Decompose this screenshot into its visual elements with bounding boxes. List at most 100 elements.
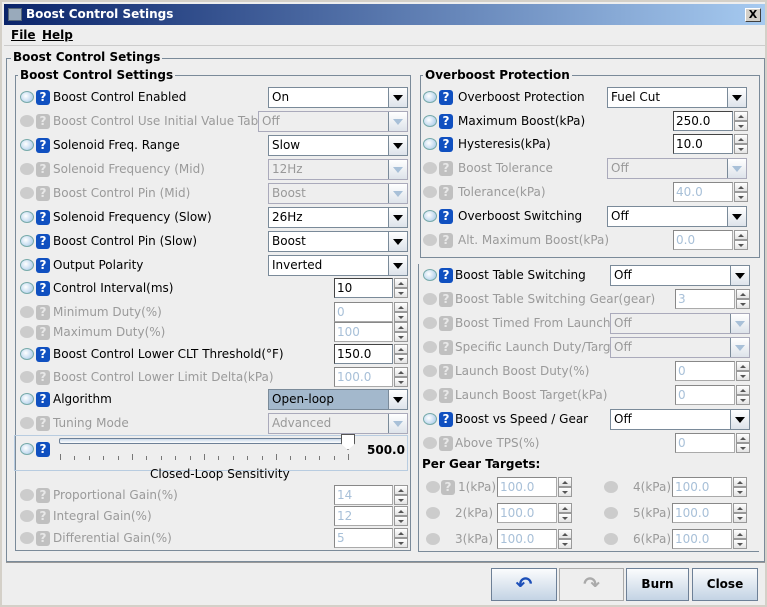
chevron-down-icon[interactable] xyxy=(388,232,407,251)
app-icon xyxy=(8,8,22,21)
gear-2-label: 2(kPa) xyxy=(455,506,493,520)
spinner-input[interactable]: 150.0 xyxy=(334,344,393,364)
spinner-up-icon[interactable] xyxy=(394,278,408,288)
chevron-down-icon[interactable] xyxy=(388,208,407,227)
boost-table-switching-dropdown[interactable]: Off xyxy=(610,265,750,286)
spinner-down-icon[interactable] xyxy=(734,121,748,131)
minimum-duty-label: Minimum Duty(%) xyxy=(53,305,162,319)
boost-control-lower-clt-threshold-f-spinner[interactable]: 150.0 xyxy=(334,344,408,364)
help-icon[interactable]: ? xyxy=(36,392,50,407)
spinner-down-icon xyxy=(736,371,750,381)
spinner-down-icon[interactable] xyxy=(394,354,408,364)
slider-track[interactable] xyxy=(59,438,349,444)
help-icon[interactable]: ? xyxy=(439,114,453,129)
spinner-down-icon xyxy=(734,192,748,202)
edit-icon xyxy=(20,115,34,127)
boost-control-enabled-label: Boost Control Enabled xyxy=(53,90,187,104)
help-icon[interactable]: ? xyxy=(439,209,453,224)
maximum-boost-kpa-spinner[interactable]: 250.0 xyxy=(673,111,748,131)
edit-icon xyxy=(423,138,437,150)
help-icon[interactable]: ? xyxy=(439,268,453,283)
help-icon[interactable]: ? xyxy=(36,234,50,249)
algorithm-dropdown[interactable]: Open-loop xyxy=(268,389,408,410)
tolerance-kpa-label: Tolerance(kPa) xyxy=(458,185,546,199)
chevron-down-icon xyxy=(727,159,746,178)
spinner-down-icon xyxy=(394,332,408,342)
spinner-up-icon xyxy=(558,529,572,539)
help-icon[interactable]: ? xyxy=(439,137,453,152)
boost-control-pin-mid-label: Boost Control Pin (Mid) xyxy=(53,186,191,200)
help-icon[interactable]: ? xyxy=(36,258,50,273)
integral-gain-spinner: 12 xyxy=(334,506,408,526)
help-icon[interactable]: ? xyxy=(36,210,50,225)
edit-icon xyxy=(20,235,34,247)
chevron-down-icon[interactable] xyxy=(388,390,407,409)
close-window-button[interactable]: X xyxy=(745,8,761,22)
spinner-up-icon xyxy=(733,503,747,513)
help-icon[interactable]: ? xyxy=(439,90,453,105)
help-icon[interactable]: ? xyxy=(36,90,50,105)
spinner-up-icon[interactable] xyxy=(734,111,748,121)
menu-help[interactable]: Help xyxy=(42,28,73,42)
spinner-up-icon[interactable] xyxy=(394,344,408,354)
spinner-input[interactable]: 10.0 xyxy=(673,134,733,154)
slider-tick xyxy=(333,456,335,460)
help-icon[interactable]: ? xyxy=(439,412,453,427)
close-button[interactable]: Close xyxy=(692,568,758,601)
menu-bar: File Help xyxy=(4,25,765,46)
boost-control-enabled-dropdown[interactable]: On xyxy=(268,87,408,108)
edit-icon xyxy=(423,210,437,222)
per-gear-title: Per Gear Targets: xyxy=(422,457,541,471)
chevron-down-icon[interactable] xyxy=(727,207,746,226)
edit-icon xyxy=(604,507,618,519)
solenoid-frequency-slow-dropdown[interactable]: 26Hz xyxy=(268,207,408,228)
output-polarity-dropdown[interactable]: Inverted xyxy=(268,255,408,276)
boost-vs-speed-gear-dropdown[interactable]: Off xyxy=(610,409,750,430)
chevron-down-icon[interactable] xyxy=(727,88,746,107)
spinner-up-icon[interactable] xyxy=(734,134,748,144)
help-icon: ? xyxy=(36,488,50,503)
boost-control-pin-slow-dropdown[interactable]: Boost xyxy=(268,231,408,252)
spinner-input[interactable]: 10 xyxy=(334,278,393,298)
dropdown-value: Off xyxy=(614,316,632,330)
gear-5-spinner: 100.0 xyxy=(672,503,747,523)
boost-control-lower-clt-threshold-f-label: Boost Control Lower CLT Threshold(°F) xyxy=(53,347,284,361)
burn-button[interactable]: Burn xyxy=(626,568,689,601)
slider-tick xyxy=(103,456,105,460)
chevron-down-icon[interactable] xyxy=(388,256,407,275)
solenoid-freq-range-dropdown[interactable]: Slow xyxy=(268,135,408,156)
help-icon[interactable]: ? xyxy=(36,138,50,153)
overboost-protection-dropdown[interactable]: Fuel Cut xyxy=(607,87,747,108)
help-icon[interactable]: ? xyxy=(36,442,50,457)
window-title: Boost Control Setings xyxy=(26,7,174,21)
chevron-down-icon[interactable] xyxy=(730,266,749,285)
help-icon: ? xyxy=(439,233,453,248)
slider-tick xyxy=(247,456,249,460)
slider-tick xyxy=(348,454,349,460)
chevron-down-icon xyxy=(388,112,407,131)
hysteresis-kpa-spinner[interactable]: 10.0 xyxy=(673,134,748,154)
undo-button[interactable]: ↶ xyxy=(491,568,557,601)
specific-launch-duty-target-label: Specific Launch Duty/Target xyxy=(455,340,623,354)
control-interval-ms-spinner[interactable]: 10 xyxy=(334,278,408,298)
spinner-down-icon[interactable] xyxy=(734,144,748,154)
help-icon: ? xyxy=(36,370,50,385)
boost-table-switching-gear-gear-spinner: 3 xyxy=(675,289,750,309)
chevron-down-icon[interactable] xyxy=(388,136,407,155)
edit-icon xyxy=(423,91,437,103)
help-icon[interactable]: ? xyxy=(36,281,50,296)
overboost-switching-label: Overboost Switching xyxy=(458,209,583,223)
spinner-down-icon xyxy=(394,538,408,548)
edit-icon xyxy=(20,532,34,544)
gear-4-label: 4(kPa) xyxy=(633,480,671,494)
spinner-input: 100.0 xyxy=(672,503,732,523)
chevron-down-icon[interactable] xyxy=(730,410,749,429)
chevron-down-icon[interactable] xyxy=(388,88,407,107)
maximum-boost-kpa-label: Maximum Boost(kPa) xyxy=(458,114,586,128)
spinner-input[interactable]: 250.0 xyxy=(673,111,733,131)
spinner-down-icon[interactable] xyxy=(394,288,408,298)
dropdown-value: Slow xyxy=(272,138,301,152)
overboost-switching-dropdown[interactable]: Off xyxy=(607,206,747,227)
help-icon[interactable]: ? xyxy=(36,347,50,362)
menu-file[interactable]: File xyxy=(11,28,36,42)
